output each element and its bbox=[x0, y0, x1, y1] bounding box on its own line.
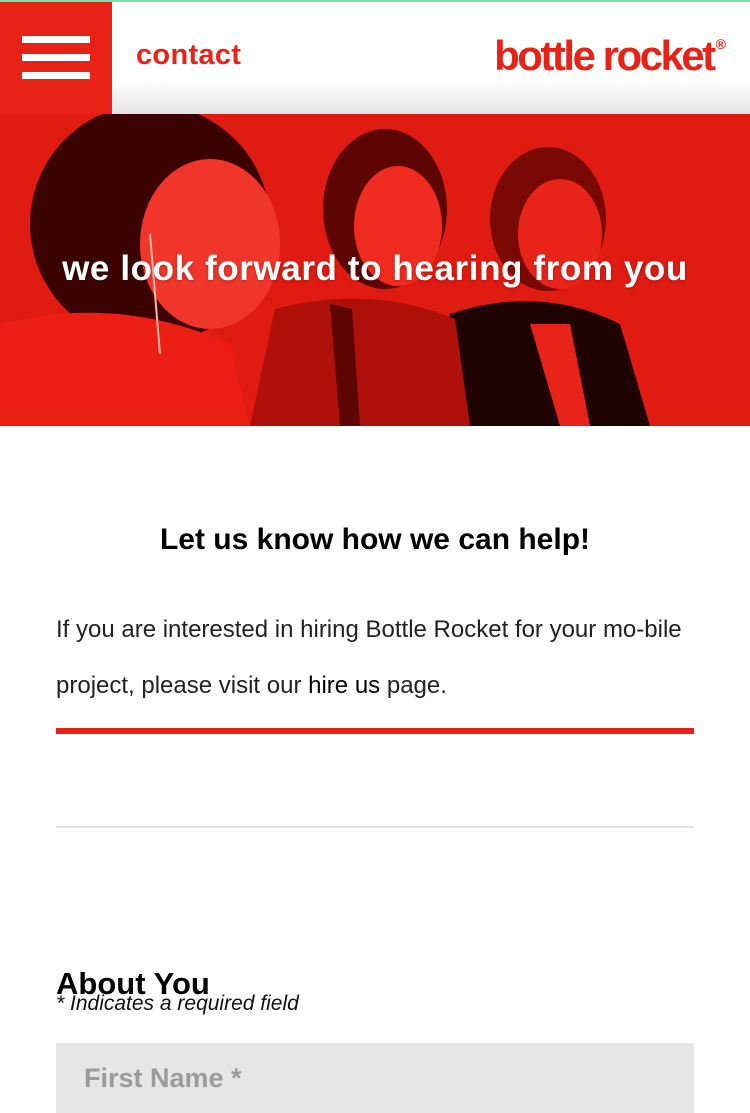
required-field-note: * Indicates a required field bbox=[56, 992, 299, 1015]
menu-bar-line bbox=[22, 54, 90, 61]
red-divider bbox=[56, 728, 694, 734]
grey-divider bbox=[56, 826, 694, 828]
bottle-rocket-logo[interactable]: bottle rocket ® bbox=[494, 32, 726, 80]
first-name-field[interactable] bbox=[56, 1043, 694, 1113]
page-title: contact bbox=[136, 39, 242, 71]
site-header: contact bottle rocket ® bbox=[0, 2, 750, 114]
menu-bar-line bbox=[22, 72, 90, 79]
hire-us-link[interactable]: hire us bbox=[308, 672, 380, 699]
hero-banner: we look forward to hearing from you bbox=[0, 114, 750, 426]
menu-bar-line bbox=[22, 36, 90, 43]
help-heading: Let us know how we can help! bbox=[159, 522, 591, 556]
hero-headline: we look forward to hearing from you bbox=[62, 249, 688, 288]
registered-mark: ® bbox=[715, 36, 726, 52]
intro-paragraph: If you are interested in hiring Bottle R… bbox=[56, 602, 696, 714]
hamburger-menu-icon[interactable] bbox=[0, 2, 112, 114]
logo-text: bottle rocket bbox=[494, 32, 716, 79]
intro-text-after: page. bbox=[380, 672, 447, 699]
